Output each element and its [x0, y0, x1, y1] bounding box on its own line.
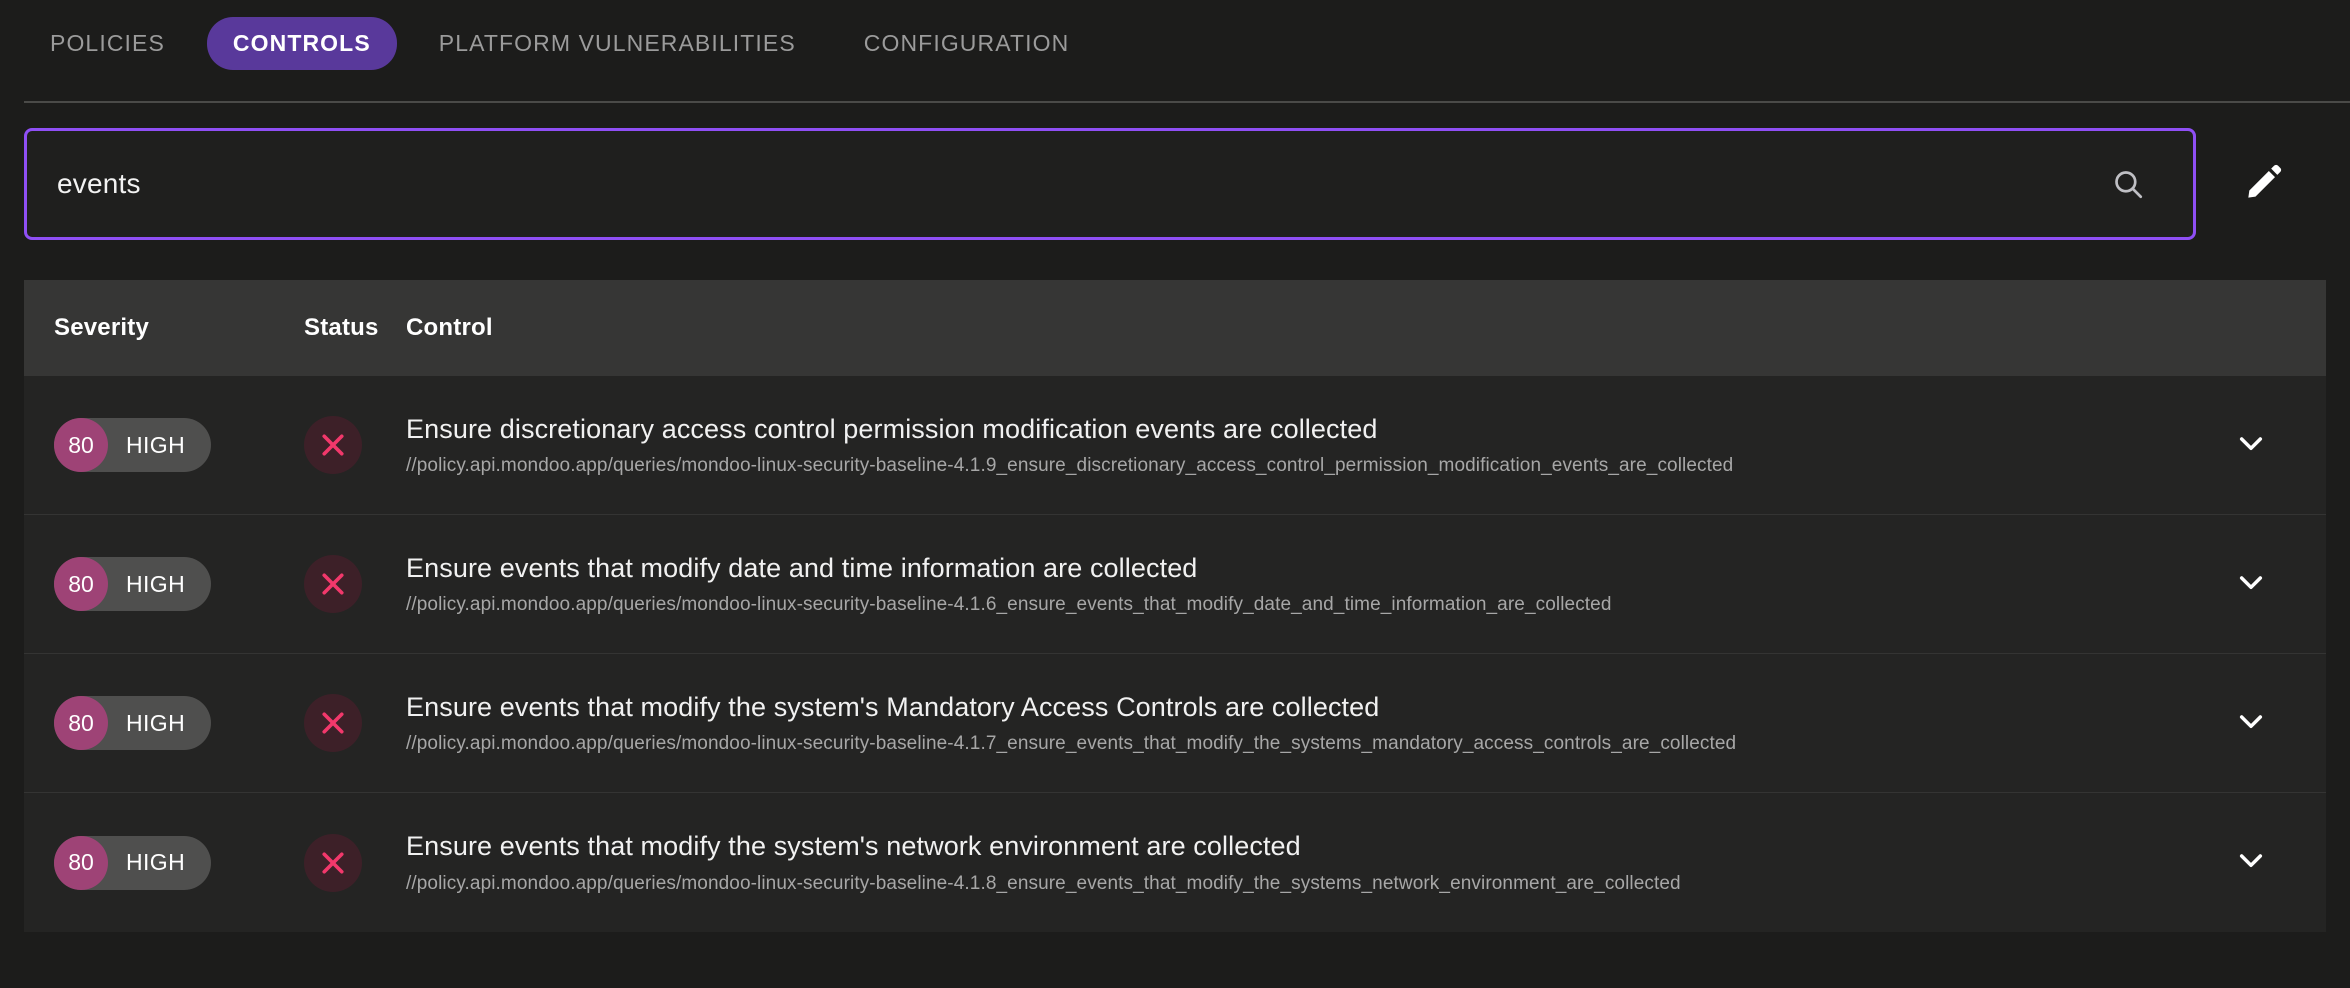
tab-bar-divider: [24, 101, 2350, 103]
search-input-value: events: [57, 168, 141, 199]
control-url: //policy.api.mondoo.app/queries/mondoo-l…: [406, 594, 1612, 616]
control-url: //policy.api.mondoo.app/queries/mondoo-l…: [406, 733, 1737, 755]
control-url: //policy.api.mondoo.app/queries/mondoo-l…: [406, 455, 1734, 477]
table-body: 80 HIGH Ensure discretionary access cont…: [24, 376, 2326, 932]
chevron-down-icon: [2235, 566, 2267, 603]
tab-controls[interactable]: CONTROLS: [206, 16, 397, 70]
control-cell: Ensure discretionary access control perm…: [406, 413, 2176, 477]
severity-cell: 80 HIGH: [24, 835, 304, 890]
status-cell: [304, 694, 406, 752]
search-icon[interactable]: [2111, 167, 2145, 201]
control-title: Ensure events that modify the system's n…: [406, 831, 1301, 862]
severity-cell: 80 HIGH: [24, 418, 304, 472]
status-cell: [304, 833, 406, 892]
severity-badge: 80 HIGH: [54, 835, 212, 890]
controls-table: Severity Status Control 80 HIGH Ensure d…: [24, 280, 2326, 932]
tab-policies[interactable]: POLICIES: [24, 17, 191, 70]
expand-row-button[interactable]: [2176, 566, 2326, 603]
severity-badge: 80 HIGH: [54, 557, 212, 611]
tab-platform-vulnerabilities[interactable]: PLATFORM VULNERABILITIES: [413, 17, 822, 70]
search-input[interactable]: events: [24, 128, 2196, 240]
control-title: Ensure discretionary access control perm…: [406, 413, 1378, 444]
severity-badge: 80 HIGH: [54, 696, 212, 750]
table-header-row: Severity Status Control: [24, 280, 2326, 376]
table-row[interactable]: 80 HIGH Ensure events that modify the sy…: [24, 793, 2326, 932]
status-cell: [304, 555, 406, 613]
severity-score: 80: [54, 696, 108, 750]
expand-row-button[interactable]: [2176, 705, 2326, 742]
chevron-down-icon: [2235, 705, 2267, 742]
column-header-status[interactable]: Status: [304, 314, 406, 342]
control-title: Ensure events that modify the system's M…: [406, 691, 1380, 722]
fail-x-icon: [304, 416, 362, 474]
control-cell: Ensure events that modify the system's n…: [406, 830, 2176, 894]
severity-label: HIGH: [126, 570, 186, 597]
edit-button[interactable]: [2234, 154, 2294, 214]
severity-label: HIGH: [126, 431, 186, 458]
table-row[interactable]: 80 HIGH Ensure events that modify date a…: [24, 515, 2326, 654]
chevron-down-icon: [2235, 844, 2267, 881]
control-title: Ensure events that modify date and time …: [406, 552, 1198, 583]
control-cell: Ensure events that modify the system's M…: [406, 691, 2176, 755]
column-header-control[interactable]: Control: [406, 314, 2176, 342]
expand-row-button[interactable]: [2176, 427, 2326, 464]
pencil-icon: [2244, 162, 2284, 207]
tab-bar: POLICIES CONTROLS PLATFORM VULNERABILITI…: [0, 0, 2350, 103]
severity-score: 80: [54, 835, 108, 890]
severity-cell: 80 HIGH: [24, 696, 304, 750]
status-cell: [304, 416, 406, 474]
severity-label: HIGH: [126, 709, 186, 736]
fail-x-icon: [304, 555, 362, 613]
table-row[interactable]: 80 HIGH Ensure events that modify the sy…: [24, 654, 2326, 793]
expand-row-button[interactable]: [2176, 844, 2326, 881]
severity-cell: 80 HIGH: [24, 557, 304, 611]
severity-badge: 80 HIGH: [54, 418, 212, 472]
fail-x-icon: [304, 694, 362, 752]
severity-label: HIGH: [126, 849, 186, 875]
tab-configuration[interactable]: CONFIGURATION: [838, 17, 1096, 70]
table-row[interactable]: 80 HIGH Ensure discretionary access cont…: [24, 376, 2326, 515]
fail-x-icon: [304, 833, 362, 892]
severity-score: 80: [54, 557, 108, 611]
chevron-down-icon: [2235, 427, 2267, 464]
search-row: events: [0, 116, 2350, 252]
control-url: //policy.api.mondoo.app/queries/mondoo-l…: [406, 872, 1681, 894]
column-header-severity[interactable]: Severity: [24, 314, 304, 342]
severity-score: 80: [54, 418, 108, 472]
control-cell: Ensure events that modify date and time …: [406, 552, 2176, 616]
